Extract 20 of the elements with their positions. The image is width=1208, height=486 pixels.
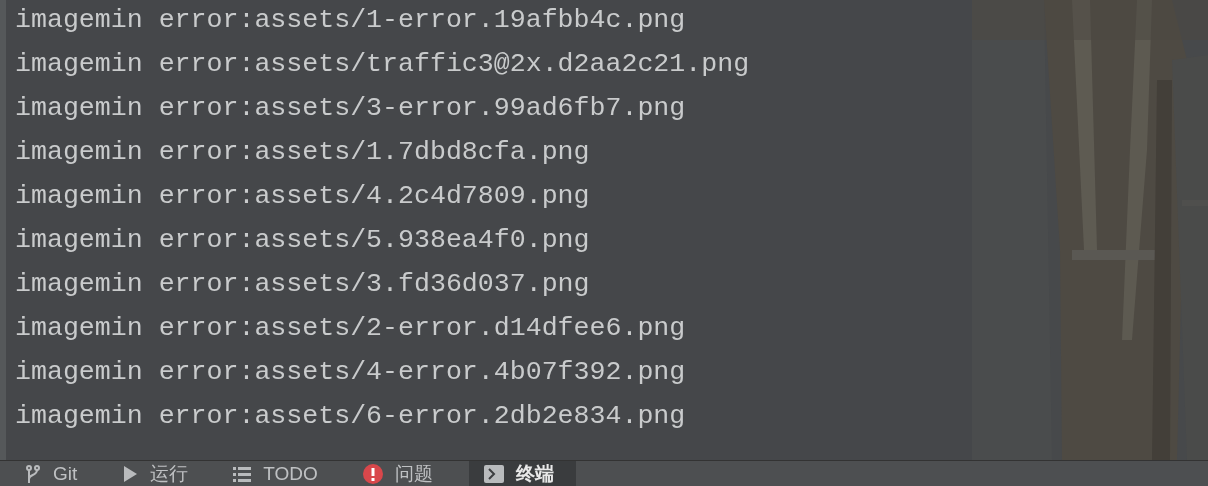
play-icon <box>122 464 139 483</box>
log-line: imagemin error:assets/4-error.4b07f392.png <box>15 356 686 389</box>
tool-tab[interactable]: 终端 <box>468 461 576 486</box>
exclamation-icon <box>362 463 383 484</box>
branch-icon <box>25 464 41 483</box>
tool-tab[interactable]: 运行 <box>113 461 205 486</box>
tool-tab[interactable]: 问题 <box>353 461 449 486</box>
log-line: imagemin error:assets/2-error.d14dfee6.png <box>15 312 686 345</box>
log-line: imagemin error:assets/1.7dbd8cfa.png <box>15 136 590 169</box>
log-line: imagemin error:assets/3-error.99ad6fb7.png <box>15 92 686 125</box>
log-line: imagemin error:assets/4.2c4d7809.png <box>15 180 590 213</box>
list-icon <box>233 465 252 482</box>
log-line: imagemin error:assets/traffic3@2x.d2aa2c21.png <box>15 48 750 81</box>
log-line: imagemin error:assets/3.fd36d037.png <box>15 268 590 301</box>
log-line: imagemin error:assets/1-error.19afbb4c.png <box>15 4 686 37</box>
log-line: imagemin error:assets/6-error.2db2e834.png <box>15 400 686 433</box>
tool-tab[interactable]: TODO <box>224 461 334 486</box>
log-line: imagemin error:assets/5.938ea4f0.png <box>15 224 590 257</box>
terminal-icon <box>483 464 504 483</box>
tool-tab[interactable]: Git <box>16 461 94 486</box>
